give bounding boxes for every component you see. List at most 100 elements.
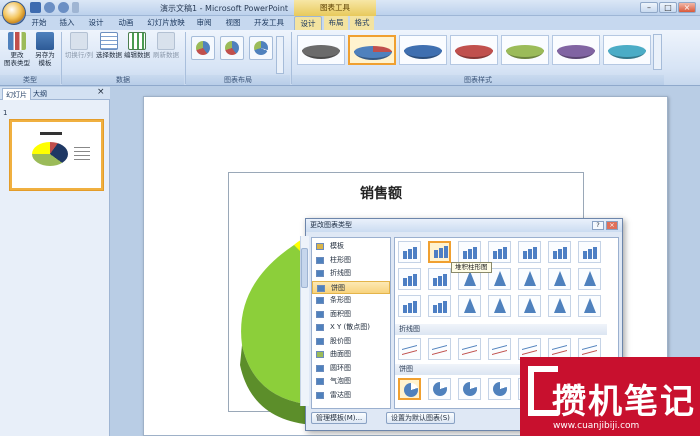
chart-layout-2-button[interactable] xyxy=(220,36,244,60)
tab-chart-design[interactable]: 设计 xyxy=(294,16,322,30)
chart-style-swatch[interactable] xyxy=(297,35,345,65)
chart-subtype-option[interactable] xyxy=(488,378,511,400)
tab-chart-layout[interactable]: 布局 xyxy=(324,16,348,30)
styles-scroll-button[interactable] xyxy=(653,34,662,70)
chart-subtype-option[interactable] xyxy=(518,268,541,290)
chart-subtype-option[interactable] xyxy=(428,378,451,400)
chart-subtype-option[interactable] xyxy=(458,241,481,263)
chart-category-item[interactable]: 圆环图 xyxy=(312,362,390,375)
chart-subtype-option[interactable] xyxy=(578,268,601,290)
tab-home[interactable]: 开始 xyxy=(28,16,50,30)
select-data-button[interactable]: 选择数据 xyxy=(96,32,122,59)
chart-subtype-option[interactable] xyxy=(488,241,511,263)
chart-subtype-option[interactable] xyxy=(428,268,451,290)
chart-subtype-option[interactable] xyxy=(458,295,481,317)
chart-subtype-option[interactable] xyxy=(398,378,421,400)
chart-category-item[interactable]: 柱形图 xyxy=(312,254,390,267)
tab-slideshow[interactable]: 幻灯片放映 xyxy=(144,16,188,30)
chart-subtype-option[interactable] xyxy=(488,338,511,360)
undo-icon[interactable] xyxy=(44,2,55,13)
chart-style-swatch[interactable] xyxy=(450,35,498,65)
tab-outline[interactable]: 大纲 xyxy=(30,88,50,100)
panel-close-icon[interactable]: × xyxy=(97,87,105,97)
tab-review[interactable]: 审阅 xyxy=(193,16,215,30)
chart-subtype-option[interactable] xyxy=(428,241,451,263)
watermark-url: www.cuanjibiji.com xyxy=(553,421,640,431)
subtype-cone-icon xyxy=(464,298,476,313)
chart-layout-3-button[interactable] xyxy=(249,36,273,60)
chart-category-item[interactable]: X Y (散点图) xyxy=(312,321,390,334)
chart-style-swatch[interactable] xyxy=(399,35,447,65)
qat-dropdown-icon[interactable] xyxy=(72,2,79,13)
chart-subtype-option[interactable] xyxy=(398,295,421,317)
set-default-chart-button[interactable]: 设置为默认图表(S) xyxy=(386,412,455,424)
chart-category-item[interactable]: 面积图 xyxy=(312,308,390,321)
redo-icon[interactable] xyxy=(58,2,69,13)
edit-data-icon xyxy=(128,32,146,50)
layout-pie-icon xyxy=(225,41,239,55)
scrollbar-thumb[interactable] xyxy=(301,248,308,288)
chart-subtype-option[interactable] xyxy=(458,378,481,400)
chart-title[interactable]: 销售额 xyxy=(360,183,402,203)
minimize-button[interactable]: – xyxy=(640,2,658,13)
close-button[interactable]: × xyxy=(678,2,696,13)
manage-templates-button[interactable]: 管理模板(M)... xyxy=(311,412,368,424)
tab-view[interactable]: 视图 xyxy=(222,16,244,30)
dialog-help-button[interactable]: ? xyxy=(592,221,604,230)
chart-category-item[interactable]: 股价图 xyxy=(312,335,390,348)
chart-subtype-option[interactable] xyxy=(428,295,451,317)
chart-layout-1-button[interactable] xyxy=(191,36,215,60)
chart-category-item[interactable]: 折线图 xyxy=(312,267,390,280)
chart-style-swatch[interactable] xyxy=(552,35,600,65)
subtype-grid-scrollbar[interactable] xyxy=(300,236,309,406)
chart-category-item[interactable]: 条形图 xyxy=(312,294,390,307)
change-chart-type-button[interactable]: 更改 图表类型 xyxy=(4,32,30,67)
chart-subtype-option[interactable] xyxy=(548,241,571,263)
subtype-bar-icon xyxy=(413,274,417,286)
chart-category-item[interactable]: 饼图 xyxy=(312,280,390,294)
subtype-line-icon xyxy=(402,344,417,356)
chart-style-swatch[interactable] xyxy=(501,35,549,65)
chart-subtype-option[interactable] xyxy=(548,295,571,317)
context-tab-title: 图表工具 xyxy=(294,0,376,16)
subtype-bar-icon xyxy=(593,247,597,259)
chart-subtype-option[interactable] xyxy=(398,268,421,290)
chart-subtype-option[interactable] xyxy=(398,241,421,263)
chart-subtype-option[interactable] xyxy=(458,338,481,360)
save-icon[interactable] xyxy=(30,2,41,13)
chart-style-swatch[interactable] xyxy=(603,35,651,65)
tab-developer[interactable]: 开发工具 xyxy=(252,16,286,30)
chart-subtype-option[interactable] xyxy=(398,338,421,360)
edit-data-button[interactable]: 编辑数据 xyxy=(124,32,150,59)
tab-insert[interactable]: 插入 xyxy=(56,16,78,30)
chart-subtype-option[interactable] xyxy=(488,295,511,317)
chart-category-item[interactable]: 模板 xyxy=(312,240,390,253)
layout-more-button[interactable] xyxy=(276,36,284,74)
chart-subtype-option[interactable] xyxy=(428,338,451,360)
chart-subtype-option[interactable] xyxy=(518,295,541,317)
subtype-bar-icon xyxy=(433,278,437,286)
tab-chart-format[interactable]: 格式 xyxy=(350,16,374,30)
chart-category-icon xyxy=(316,270,324,277)
chart-category-item[interactable]: 气泡图 xyxy=(312,375,390,388)
slide-thumbnail[interactable] xyxy=(10,120,103,190)
refresh-data-button[interactable]: 刷新数据 xyxy=(152,32,180,59)
chart-subtype-option[interactable] xyxy=(578,295,601,317)
chart-category-item[interactable]: 曲面图 xyxy=(312,348,390,361)
save-as-template-button[interactable]: 另存为 模板 xyxy=(32,32,58,67)
subtype-bar-icon xyxy=(588,249,592,259)
tab-animation[interactable]: 动画 xyxy=(114,16,138,30)
chart-category-item[interactable]: 雷达图 xyxy=(312,389,390,402)
tab-design[interactable]: 设计 xyxy=(85,16,107,30)
subtype-bar-icon xyxy=(433,305,437,313)
switch-row-column-button[interactable]: 切换行/列 xyxy=(64,32,94,59)
subtype-line-icon xyxy=(582,344,597,356)
maximize-button[interactable]: □ xyxy=(659,2,677,13)
chart-subtype-option[interactable] xyxy=(578,241,601,263)
tab-slides[interactable]: 幻灯片 xyxy=(2,88,31,100)
chart-subtype-option[interactable] xyxy=(548,268,571,290)
dialog-close-button[interactable]: × xyxy=(606,221,618,230)
office-button[interactable] xyxy=(2,1,26,25)
chart-style-swatch[interactable] xyxy=(348,35,396,65)
chart-subtype-option[interactable] xyxy=(518,241,541,263)
